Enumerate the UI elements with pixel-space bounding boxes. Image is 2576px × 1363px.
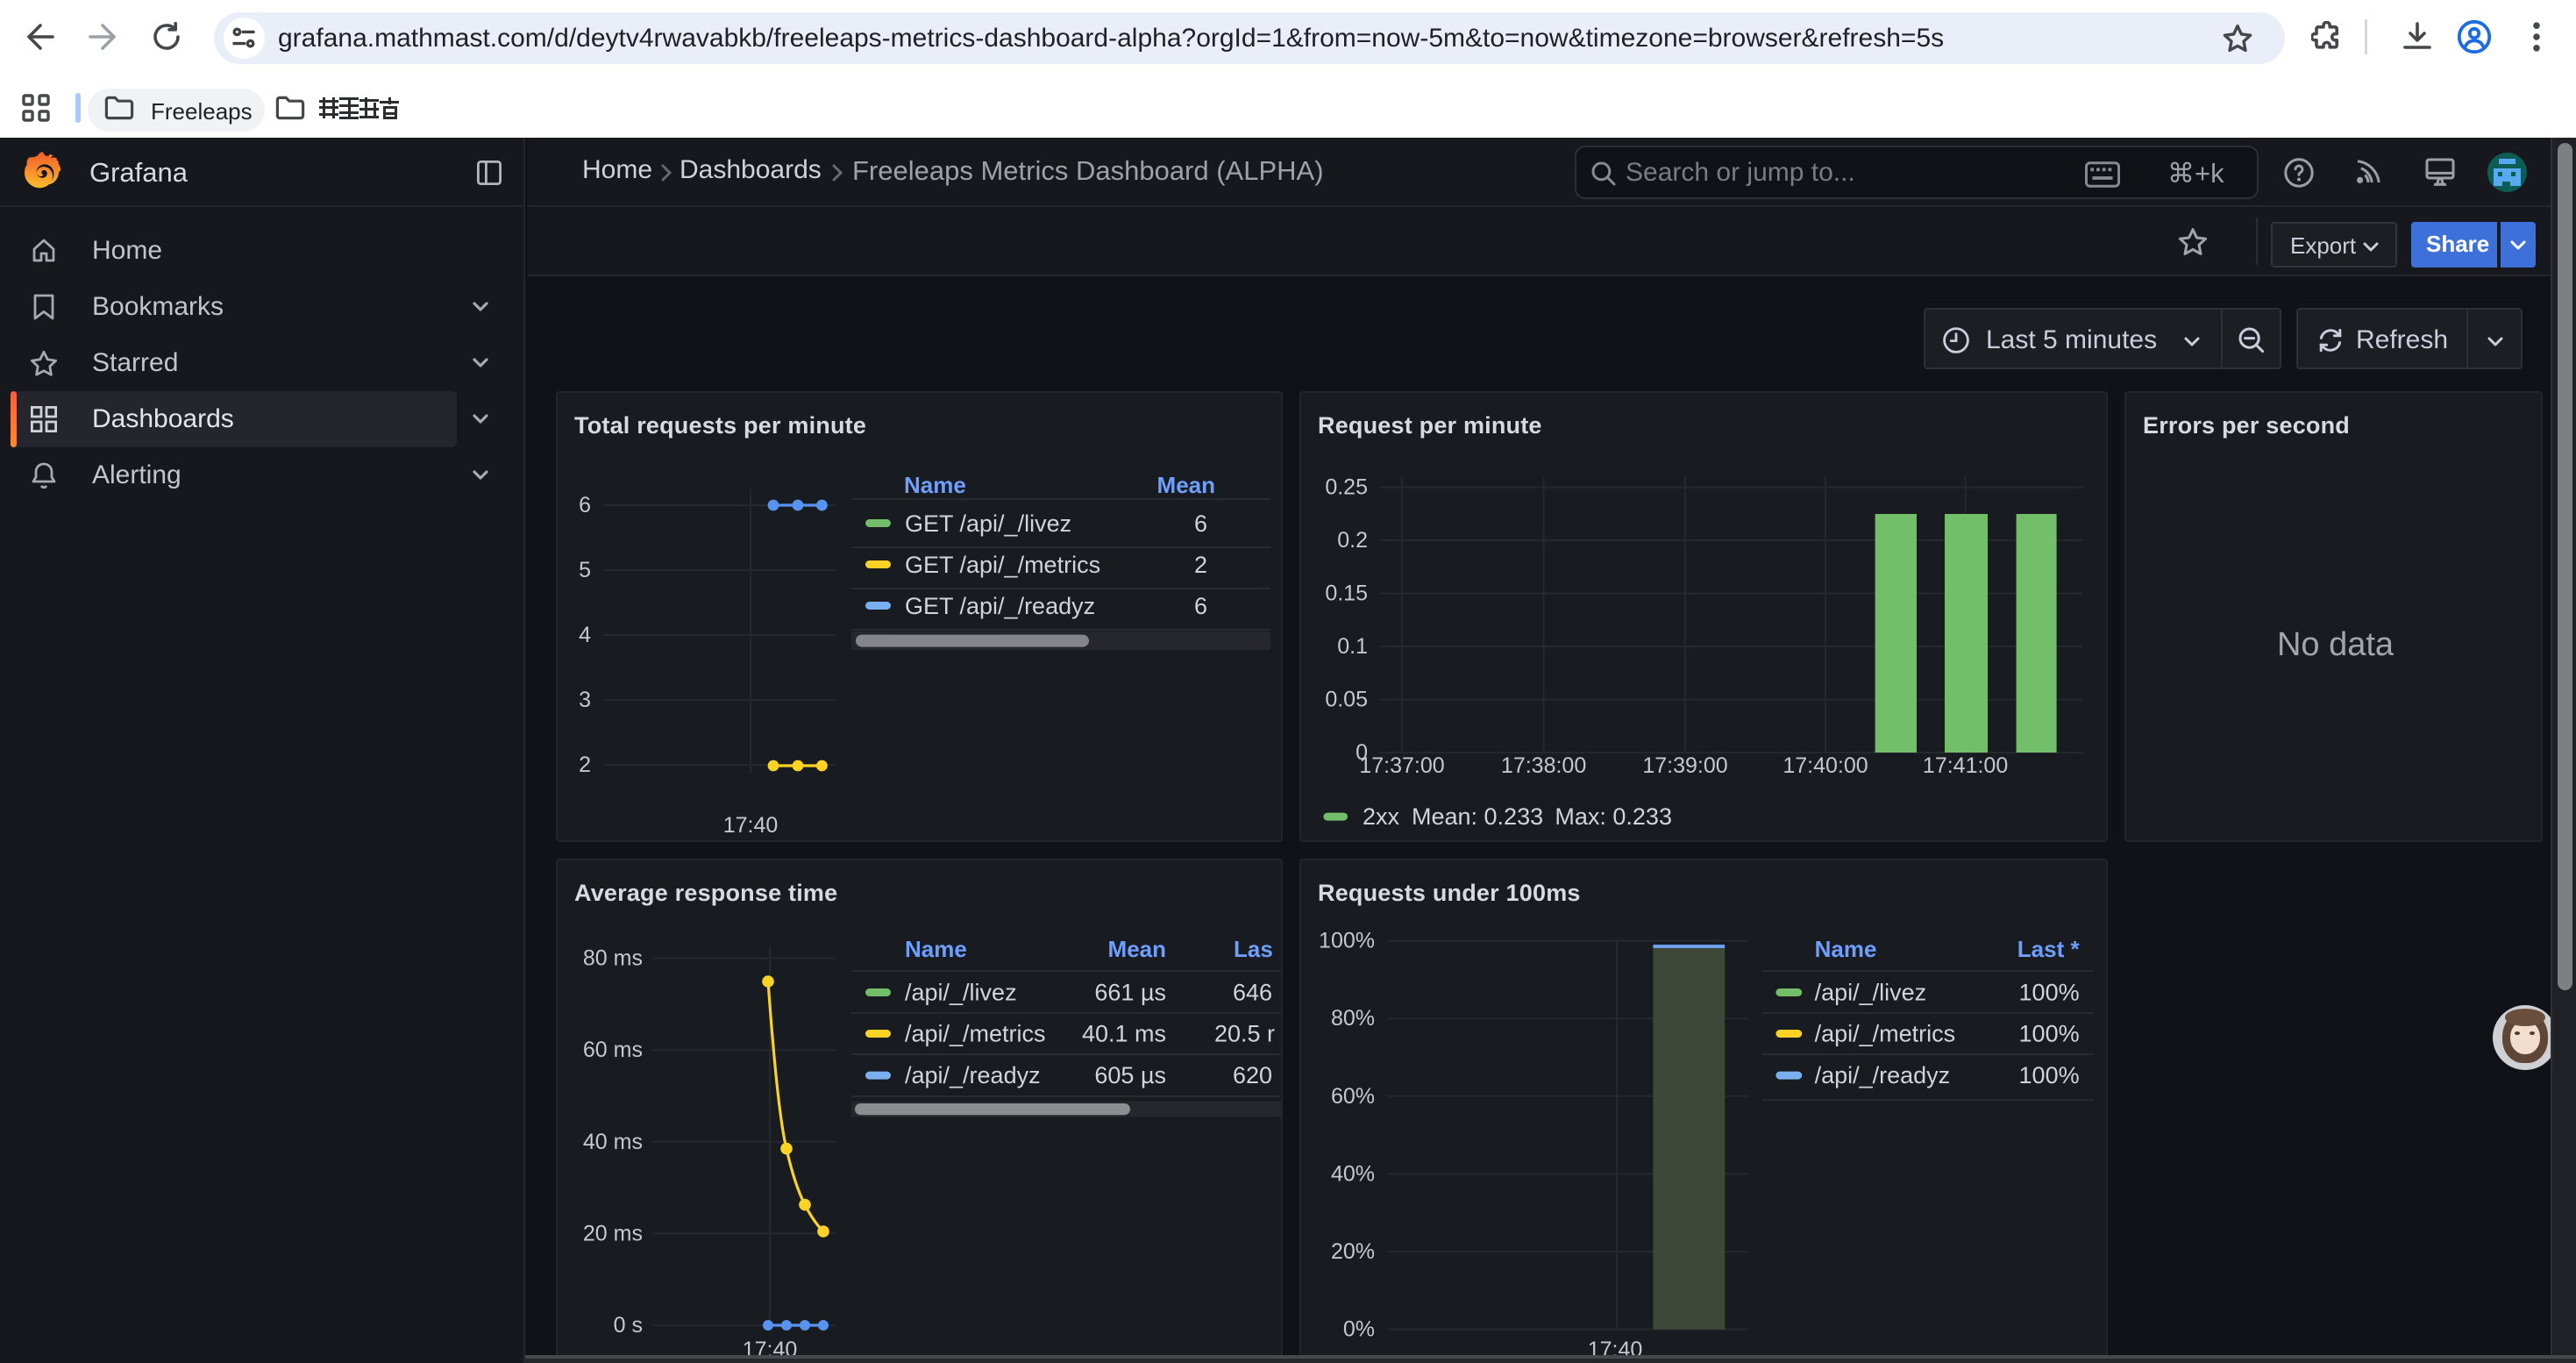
svg-text:2xx: 2xx <box>1363 803 1400 830</box>
svg-text:100%: 100% <box>2019 1021 2080 1047</box>
svg-text:100%: 100% <box>1319 929 1375 953</box>
svg-text:Mean: Mean <box>1157 472 1215 498</box>
svg-text:646: 646 <box>1233 980 1272 1006</box>
svg-text:605 µs: 605 µs <box>1094 1062 1166 1088</box>
svg-text:4: 4 <box>579 623 591 647</box>
svg-text:Max: 0.233: Max: 0.233 <box>1555 803 1672 830</box>
svg-text:17:40: 17:40 <box>723 813 779 838</box>
svg-text:17:40:00: 17:40:00 <box>1783 753 1868 778</box>
svg-text:0 s: 0 s <box>614 1313 643 1338</box>
svg-text:0.25: 0.25 <box>1325 475 1368 500</box>
svg-text:/api/_/livez: /api/_/livez <box>1815 980 1927 1006</box>
svg-text:Las: Las <box>1234 936 1273 962</box>
svg-text:Name: Name <box>1815 936 1877 962</box>
svg-text:3: 3 <box>579 688 591 712</box>
svg-text:2: 2 <box>1194 552 1207 578</box>
svg-text:5: 5 <box>579 558 591 582</box>
svg-text:80%: 80% <box>1331 1006 1375 1031</box>
svg-text:/api/_/metrics: /api/_/metrics <box>1815 1021 1956 1047</box>
svg-text:/api/_/metrics: /api/_/metrics <box>905 1021 1046 1047</box>
svg-text:GET /api/_/metrics: GET /api/_/metrics <box>905 552 1100 578</box>
svg-text:0.1: 0.1 <box>1337 634 1368 659</box>
svg-text:60 ms: 60 ms <box>583 1038 643 1062</box>
svg-text:GET /api/_/readyz: GET /api/_/readyz <box>905 593 1095 619</box>
svg-text:17:38:00: 17:38:00 <box>1501 753 1586 778</box>
svg-text:60%: 60% <box>1331 1084 1375 1109</box>
svg-text:100%: 100% <box>2019 980 2080 1006</box>
svg-text:Mean: Mean <box>1108 936 1166 962</box>
svg-text:620: 620 <box>1233 1062 1272 1088</box>
svg-text:17:41:00: 17:41:00 <box>1923 753 2008 778</box>
svg-text:/api/_/livez: /api/_/livez <box>905 980 1017 1006</box>
svg-text:80 ms: 80 ms <box>583 946 643 971</box>
svg-text:/api/_/readyz: /api/_/readyz <box>1815 1062 1951 1088</box>
svg-text:6: 6 <box>1194 593 1207 619</box>
svg-text:6: 6 <box>579 493 591 517</box>
svg-text:2: 2 <box>579 753 591 777</box>
svg-text:Name: Name <box>905 936 967 962</box>
svg-text:Mean: 0.233: Mean: 0.233 <box>1412 803 1543 830</box>
svg-text:Last *: Last * <box>2017 936 2081 962</box>
svg-text:/api/_/readyz: /api/_/readyz <box>905 1062 1041 1088</box>
svg-text:20%: 20% <box>1331 1239 1375 1264</box>
svg-text:0.15: 0.15 <box>1325 582 1368 606</box>
svg-text:100%: 100% <box>2019 1062 2080 1088</box>
svg-text:17:39:00: 17:39:00 <box>1642 753 1727 778</box>
svg-text:17:37:00: 17:37:00 <box>1359 753 1444 778</box>
svg-text:40%: 40% <box>1331 1161 1375 1186</box>
svg-text:Name: Name <box>904 472 966 498</box>
svg-text:6: 6 <box>1194 510 1207 537</box>
svg-text:661 µs: 661 µs <box>1094 980 1166 1006</box>
svg-text:40 ms: 40 ms <box>583 1130 643 1154</box>
svg-text:GET /api/_/livez: GET /api/_/livez <box>905 510 1071 537</box>
svg-text:20 ms: 20 ms <box>583 1221 643 1245</box>
svg-text:0%: 0% <box>1343 1317 1375 1342</box>
svg-text:20.5 r: 20.5 r <box>1214 1021 1275 1047</box>
svg-text:0.2: 0.2 <box>1337 528 1368 553</box>
svg-text:40.1 ms: 40.1 ms <box>1082 1021 1166 1047</box>
svg-text:0.05: 0.05 <box>1325 688 1368 712</box>
